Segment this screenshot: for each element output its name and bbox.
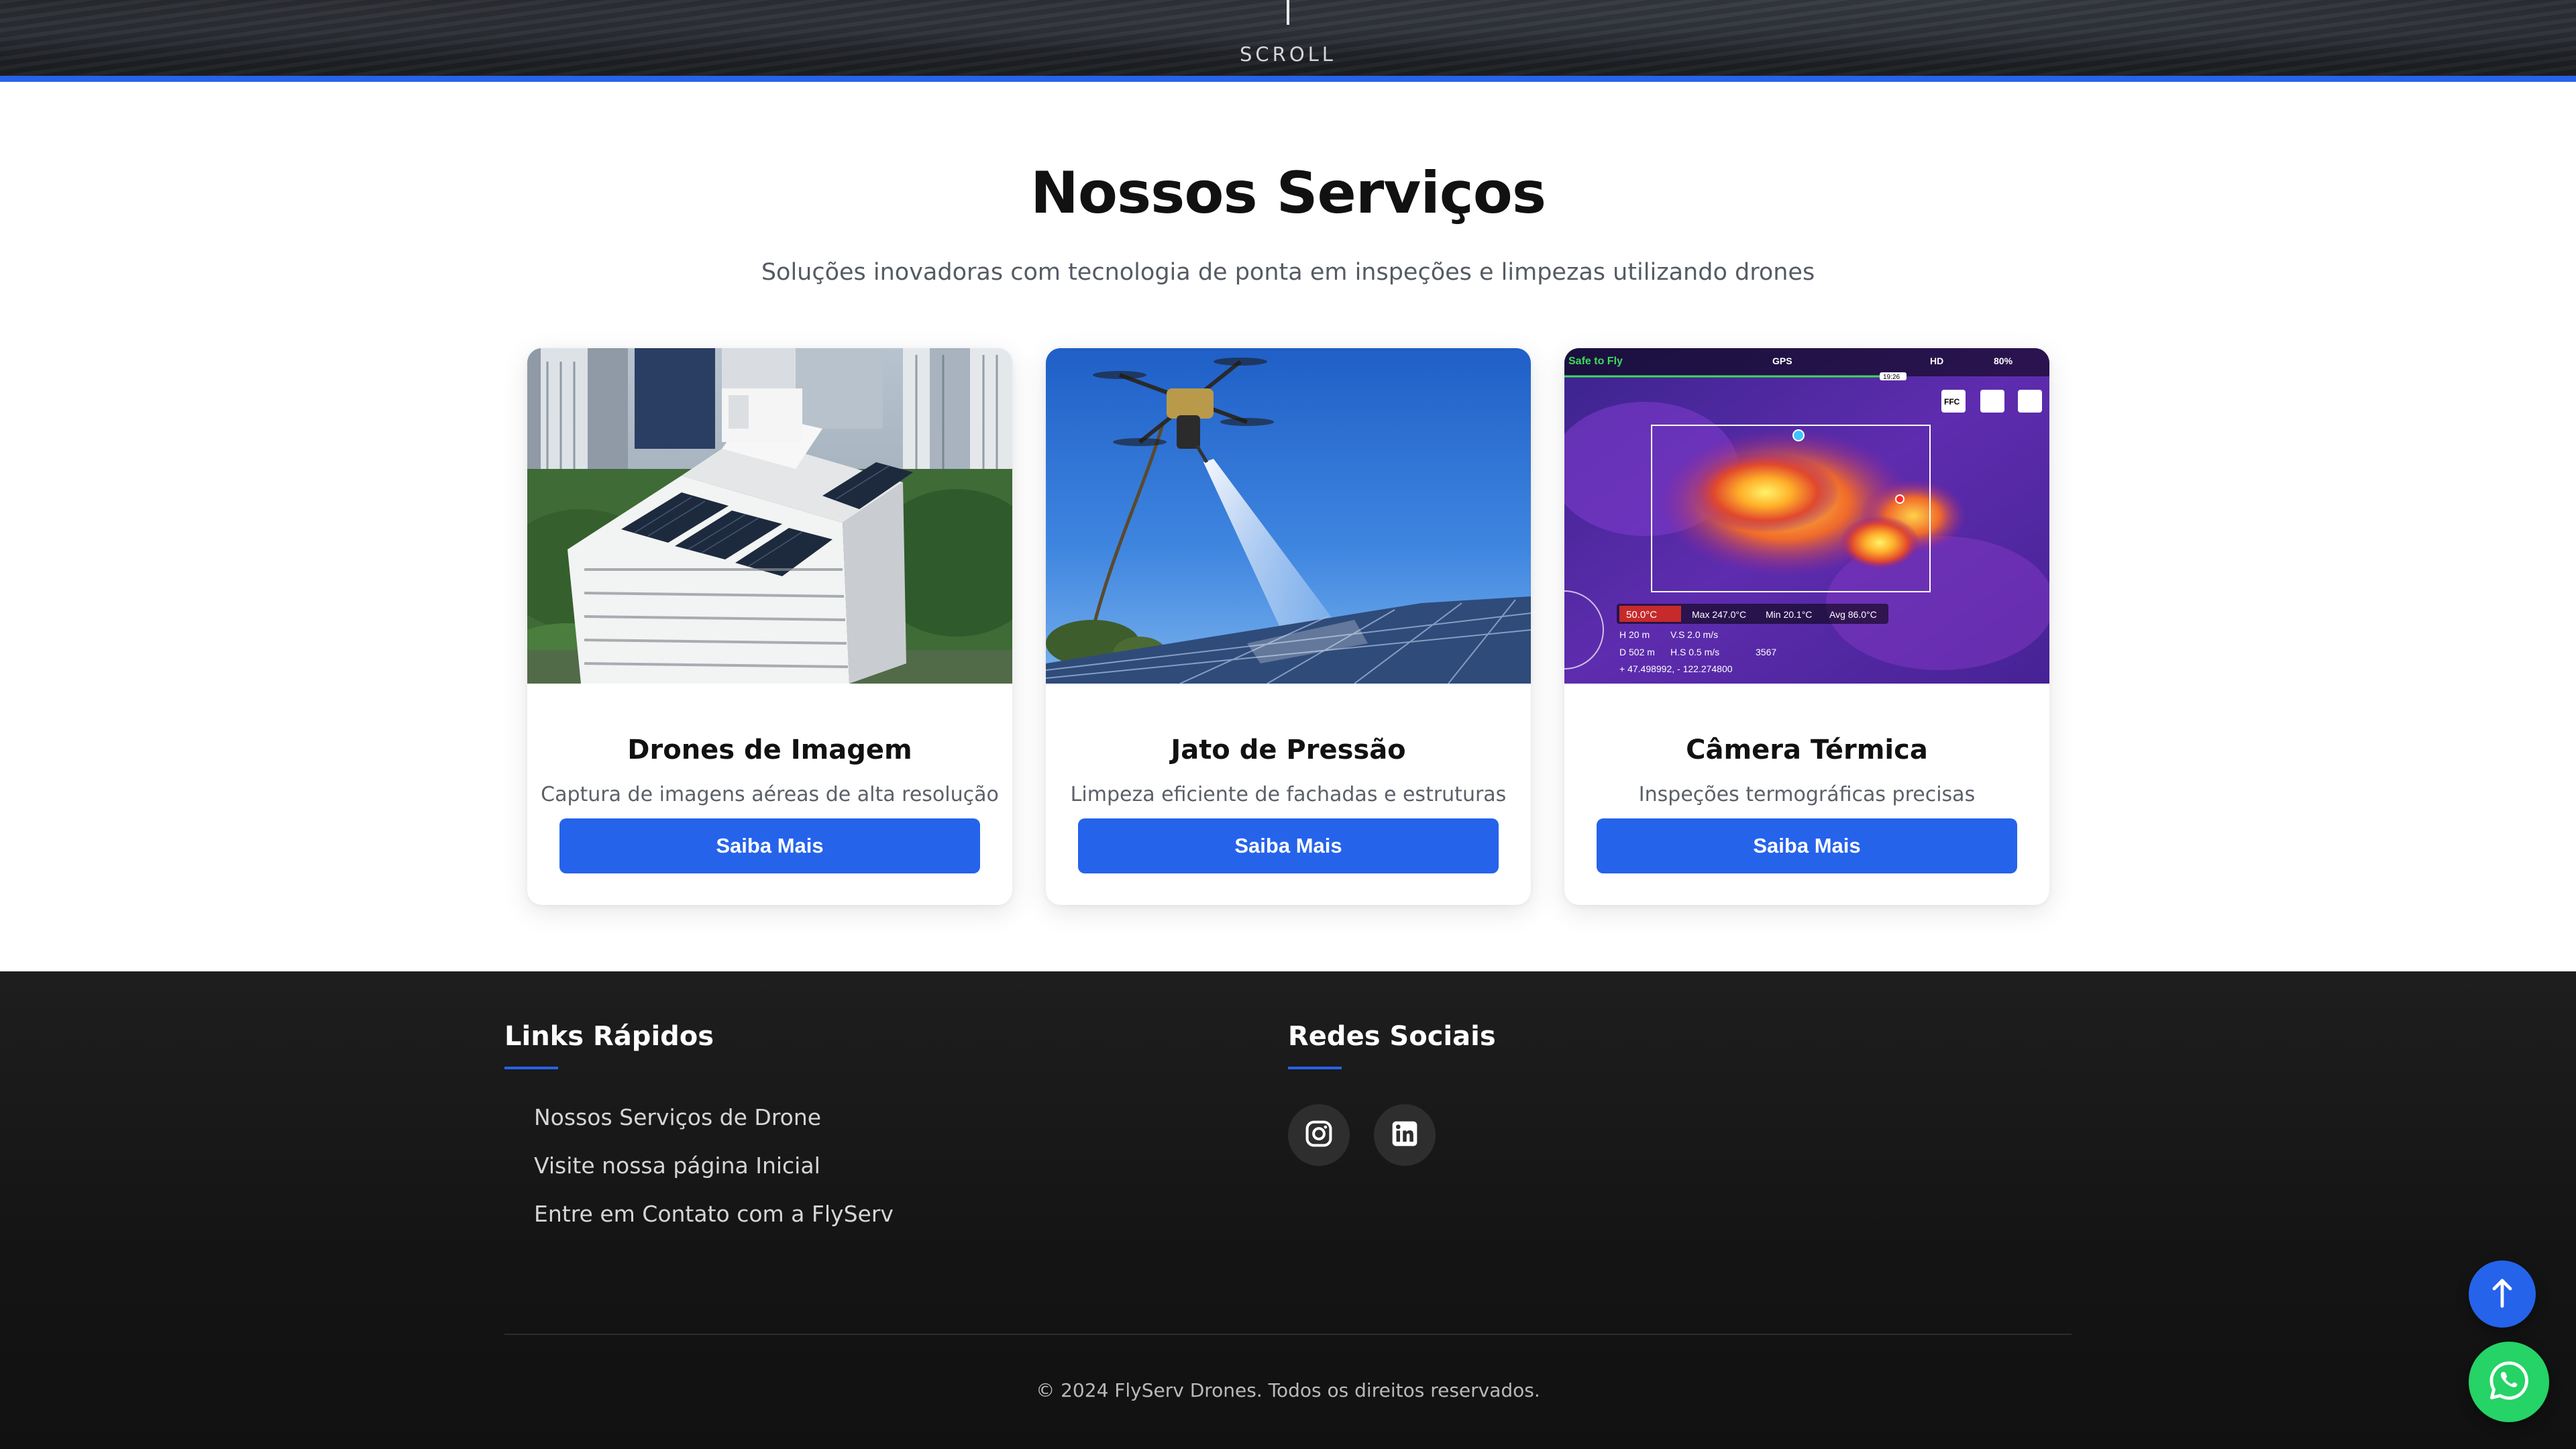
svg-text:FFC: FFC [1944,397,1960,407]
service-card-pressure-wash: Jato de Pressão Limpeza eficiente de fac… [1046,348,1531,905]
scroll-indicator-line [1287,0,1289,25]
learn-more-button-thermal-camera[interactable]: Saiba Mais [1597,818,2017,873]
instagram-button[interactable] [1288,1104,1350,1166]
site-footer: Links Rápidos Nossos Serviços de Drone V… [0,971,2576,1449]
copyright-text: © 2024 FlyServ Drones. Todos os direitos… [1036,1379,1540,1401]
service-card-drone-imaging: Drones de Imagem Captura de imagens aére… [527,348,1012,905]
social-underline [1288,1067,1342,1069]
linkedin-button[interactable] [1374,1104,1436,1166]
quick-link-home[interactable]: Visite nossa página Inicial [534,1152,820,1179]
svg-text:3567: 3567 [1756,647,1776,657]
drone-spraying-image [1046,348,1531,684]
svg-text:50.0°C: 50.0°C [1626,609,1657,621]
whatsapp-button[interactable] [2469,1342,2549,1422]
services-subtitle: Soluções inovadoras com tecnologia de po… [761,259,1815,286]
svg-text:HD: HD [1930,356,1943,366]
svg-text:D 502 m: D 502 m [1619,647,1655,657]
footer-divider [504,1334,2072,1335]
svg-text:+ 47.498992, - 122.274800: + 47.498992, - 122.274800 [1619,663,1733,674]
instagram-icon [1304,1119,1334,1151]
back-to-top-button[interactable] [2469,1260,2536,1328]
svg-text:80%: 80% [1994,356,2013,366]
svg-text:Min 20.1°C: Min 20.1°C [1766,609,1812,620]
card-description: Limpeza eficiente de fachadas e estrutur… [1070,783,1507,806]
arrow-up-icon [2489,1277,2516,1311]
card-title: Jato de Pressão [1171,735,1406,765]
hero-section: SCROLL [0,0,2576,82]
svg-text:Max 247.0°C: Max 247.0°C [1692,609,1746,620]
quick-links-underline [504,1067,558,1069]
svg-text:Safe to Fly: Safe to Fly [1568,356,1623,367]
svg-text:V.S 2.0 m/s: V.S 2.0 m/s [1670,629,1718,640]
svg-text:19:26: 19:26 [1883,374,1900,381]
learn-more-button-drone-imaging[interactable]: Saiba Mais [559,818,980,873]
svg-text:GPS: GPS [1772,356,1792,366]
card-title: Drones de Imagem [627,735,912,765]
service-card-thermal-camera: Safe to Fly GPS HD 80% 19:26 FFC 50.0°C … [1564,348,2049,905]
whatsapp-icon [2487,1359,2530,1405]
quick-link-services[interactable]: Nossos Serviços de Drone [534,1104,821,1130]
linkedin-icon [1390,1119,1419,1151]
card-description: Captura de imagens aéreas de alta resolu… [541,783,999,806]
svg-text:H.S 0.5 m/s: H.S 0.5 m/s [1670,647,1719,657]
thermal-camera-image: Safe to Fly GPS HD 80% 19:26 FFC 50.0°C … [1564,348,2049,684]
scroll-indicator-label[interactable]: SCROLL [0,43,2576,66]
card-title: Câmera Térmica [1686,735,1928,765]
quick-link-contact[interactable]: Entre em Contato com a FlyServ [534,1201,894,1227]
svg-text:Avg 86.0°C: Avg 86.0°C [1829,609,1877,620]
learn-more-button-pressure-wash[interactable]: Saiba Mais [1078,818,1499,873]
services-title: Nossos Serviços [1030,160,1546,227]
svg-text:H 20 m: H 20 m [1619,629,1650,640]
quick-links-heading: Links Rápidos [504,1021,714,1052]
social-heading: Redes Sociais [1288,1021,1496,1052]
card-description: Inspeções termográficas precisas [1638,783,1976,806]
hero-accent-line [0,76,2576,82]
aerial-building-image [527,348,1012,684]
